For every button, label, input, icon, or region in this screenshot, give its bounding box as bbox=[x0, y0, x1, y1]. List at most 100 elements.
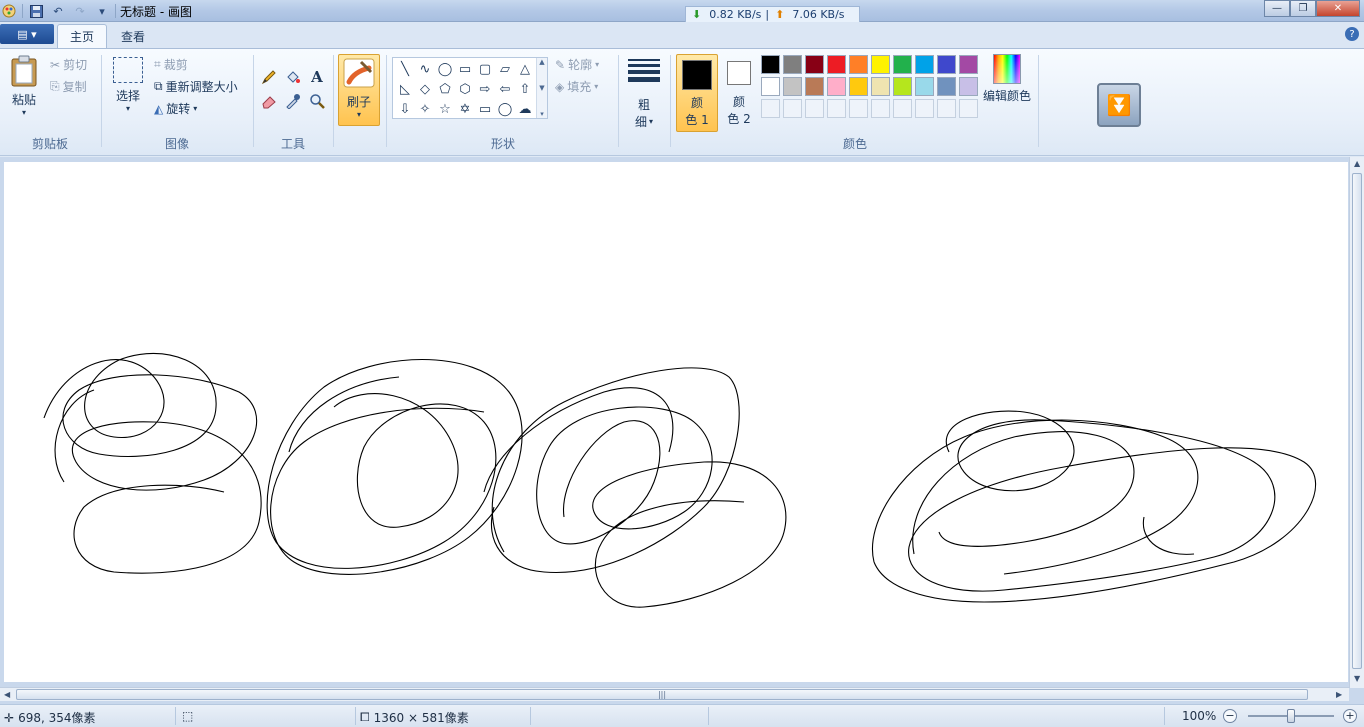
color1-button[interactable]: 颜 色 1 bbox=[676, 54, 718, 132]
drawing-canvas[interactable] bbox=[4, 162, 1348, 682]
edit-colors-button[interactable]: 编辑颜色 bbox=[982, 54, 1032, 104]
floating-download-icon[interactable]: ⏬ bbox=[1097, 83, 1141, 127]
horizontal-scroll-thumb[interactable]: ||| bbox=[16, 689, 1308, 700]
zoom-in-button[interactable]: + bbox=[1343, 709, 1357, 723]
palette-empty-slot[interactable] bbox=[871, 99, 890, 118]
palette-empty-slot[interactable] bbox=[783, 99, 802, 118]
palette-color-swatch[interactable] bbox=[959, 55, 978, 74]
tab-home[interactable]: 主页 bbox=[57, 24, 108, 48]
help-icon[interactable]: ? bbox=[1345, 27, 1359, 41]
palette-empty-slot[interactable] bbox=[761, 99, 780, 118]
shape-item[interactable]: ▭ bbox=[455, 59, 475, 79]
palette-color-swatch[interactable] bbox=[827, 55, 846, 74]
zoom-slider-thumb[interactable] bbox=[1287, 709, 1295, 723]
palette-color-swatch[interactable] bbox=[783, 77, 802, 96]
save-icon[interactable] bbox=[27, 2, 45, 20]
shape-item[interactable]: ◺ bbox=[395, 79, 415, 99]
close-button[interactable]: ✕ bbox=[1316, 0, 1360, 17]
palette-empty-slot[interactable] bbox=[937, 99, 956, 118]
text-tool-icon[interactable]: A bbox=[306, 66, 328, 88]
palette-color-swatch[interactable] bbox=[761, 77, 780, 96]
paste-button[interactable]: 粘贴 ▾ bbox=[6, 55, 42, 117]
palette-color-swatch[interactable] bbox=[893, 55, 912, 74]
shape-item[interactable]: ∿ bbox=[415, 59, 435, 79]
shape-item[interactable]: △ bbox=[515, 59, 535, 79]
palette-empty-slot[interactable] bbox=[805, 99, 824, 118]
copy-button[interactable]: ⎘ 复制 bbox=[50, 78, 87, 95]
shape-item[interactable]: ⬠ bbox=[435, 79, 455, 99]
palette-color-swatch[interactable] bbox=[827, 77, 846, 96]
palette-color-swatch[interactable] bbox=[805, 55, 824, 74]
paint-app-icon[interactable] bbox=[0, 2, 18, 20]
undo-icon[interactable]: ↶ bbox=[49, 2, 67, 20]
palette-empty-slot[interactable] bbox=[893, 99, 912, 118]
fill-button[interactable]: ◈ 填充 ▾ bbox=[555, 78, 598, 95]
color2-button[interactable]: 颜 色 2 bbox=[722, 54, 756, 132]
shape-item[interactable]: ✧ bbox=[415, 99, 435, 119]
scroll-right-icon[interactable]: ▶ bbox=[1336, 690, 1342, 699]
palette-color-swatch[interactable] bbox=[893, 77, 912, 96]
shape-item[interactable]: ◇ bbox=[415, 79, 435, 99]
palette-empty-slot[interactable] bbox=[849, 99, 868, 118]
palette-color-swatch[interactable] bbox=[915, 77, 934, 96]
outline-button[interactable]: ✎ 轮廓 ▾ bbox=[555, 56, 599, 73]
shape-item[interactable]: ◯ bbox=[495, 99, 515, 119]
palette-color-swatch[interactable] bbox=[805, 77, 824, 96]
scroll-down-icon[interactable]: ▼ bbox=[1354, 674, 1360, 683]
eraser-icon[interactable] bbox=[258, 90, 280, 112]
shape-item[interactable]: ⇩ bbox=[395, 99, 415, 119]
zoom-out-button[interactable]: − bbox=[1223, 709, 1237, 723]
palette-empty-slot[interactable] bbox=[827, 99, 846, 118]
cut-button[interactable]: ✂ 剪切 bbox=[50, 56, 87, 73]
shape-item[interactable]: ◯ bbox=[435, 59, 455, 79]
vertical-scroll-thumb[interactable] bbox=[1352, 173, 1362, 669]
shape-item[interactable]: ⬡ bbox=[455, 79, 475, 99]
palette-color-swatch[interactable] bbox=[915, 55, 934, 74]
size-button[interactable]: 粗 细 ▾ bbox=[624, 57, 664, 130]
redo-icon[interactable]: ↷ bbox=[71, 2, 89, 20]
palette-empty-slot[interactable] bbox=[915, 99, 934, 118]
palette-color-swatch[interactable] bbox=[871, 77, 890, 96]
maximize-button[interactable]: ❐ bbox=[1290, 0, 1316, 17]
shape-item[interactable]: ▭ bbox=[475, 99, 495, 119]
palette-color-swatch[interactable] bbox=[849, 77, 868, 96]
shape-item[interactable]: ☁ bbox=[515, 99, 535, 119]
palette-color-swatch[interactable] bbox=[761, 55, 780, 74]
scroll-up-icon[interactable]: ▲ bbox=[1354, 159, 1360, 168]
palette-color-swatch[interactable] bbox=[959, 77, 978, 96]
horizontal-scrollbar[interactable]: ◀ ||| ▶ bbox=[0, 687, 1349, 701]
shape-item[interactable]: ✡ bbox=[455, 99, 475, 119]
scroll-down-icon[interactable]: ▼ bbox=[539, 84, 544, 92]
palette-color-swatch[interactable] bbox=[871, 55, 890, 74]
resize-button[interactable]: ⧉ 重新调整大小 bbox=[154, 78, 238, 95]
rotate-button[interactable]: ◭ 旋转 ▾ bbox=[154, 100, 197, 117]
select-button[interactable]: 选择 ▾ bbox=[110, 57, 146, 113]
palette-color-swatch[interactable] bbox=[937, 77, 956, 96]
shapes-gallery-scroll[interactable]: ▲ ▼ ▾ bbox=[536, 58, 547, 118]
customize-qat-icon[interactable]: ▾ bbox=[93, 2, 111, 20]
vertical-scrollbar[interactable]: ▲ ▼ bbox=[1349, 157, 1364, 688]
pencil-icon[interactable] bbox=[258, 66, 280, 88]
shape-item[interactable]: ▢ bbox=[475, 59, 495, 79]
tab-view[interactable]: 查看 bbox=[109, 24, 157, 48]
palette-color-swatch[interactable] bbox=[849, 55, 868, 74]
crop-button[interactable]: ⌗ 裁剪 bbox=[154, 56, 188, 73]
shape-item[interactable]: ⇦ bbox=[495, 79, 515, 99]
scroll-left-icon[interactable]: ◀ bbox=[4, 690, 10, 699]
fill-bucket-icon[interactable] bbox=[282, 66, 304, 88]
expand-gallery-icon[interactable]: ▾ bbox=[540, 110, 544, 118]
palette-color-swatch[interactable] bbox=[783, 55, 802, 74]
color-picker-icon[interactable] bbox=[282, 90, 304, 112]
shape-item[interactable]: ☆ bbox=[435, 99, 455, 119]
shape-item[interactable]: ⇧ bbox=[515, 79, 535, 99]
palette-color-swatch[interactable] bbox=[937, 55, 956, 74]
shape-item[interactable]: ▱ bbox=[495, 59, 515, 79]
scroll-up-icon[interactable]: ▲ bbox=[539, 58, 544, 66]
minimize-button[interactable]: — bbox=[1264, 0, 1290, 17]
palette-empty-slot[interactable] bbox=[959, 99, 978, 118]
magnifier-icon[interactable] bbox=[306, 90, 328, 112]
app-menu-button[interactable]: ▤ ▾ bbox=[0, 24, 54, 44]
shape-item[interactable]: ⇨ bbox=[475, 79, 495, 99]
shape-item[interactable]: ╲ bbox=[395, 59, 415, 79]
brushes-button[interactable]: 刷子 ▾ bbox=[338, 54, 380, 126]
